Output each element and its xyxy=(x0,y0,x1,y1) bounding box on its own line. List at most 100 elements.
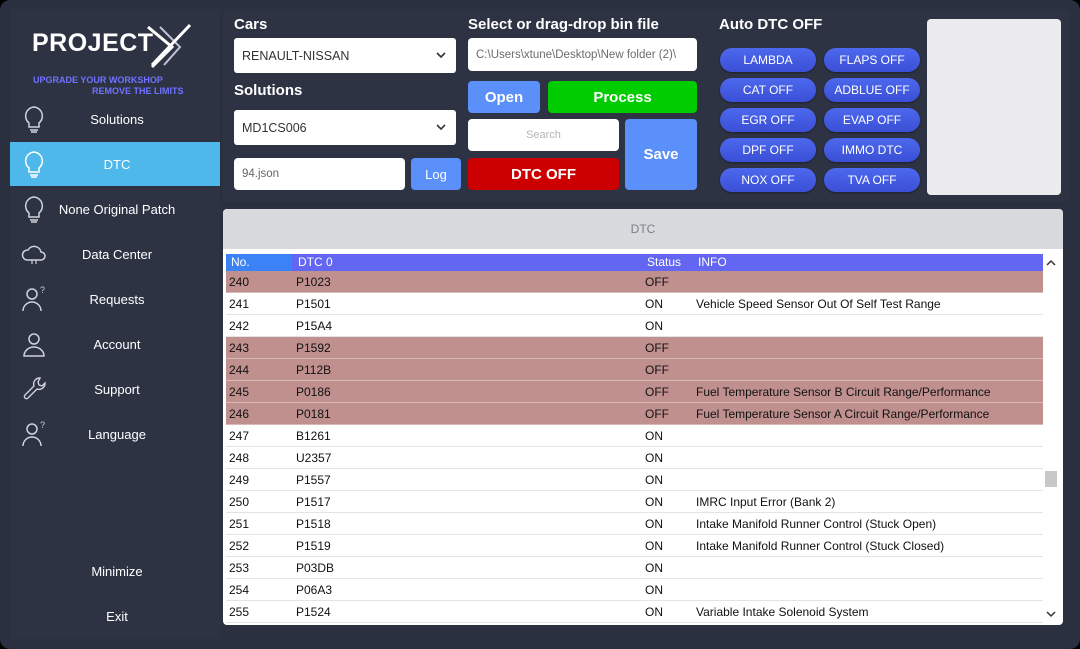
tva-off-button[interactable]: TVA OFF xyxy=(824,168,920,192)
lambda-label: LAMBDA xyxy=(743,53,793,67)
immo-dtc-button[interactable]: IMMO DTC xyxy=(824,138,920,162)
cell-no: 245 xyxy=(229,385,250,399)
cell-no: 241 xyxy=(229,297,250,311)
process-button[interactable]: Process xyxy=(548,81,697,113)
minimize-button[interactable]: Minimize xyxy=(10,549,220,593)
cell-dtc: P1517 xyxy=(296,495,331,509)
immo-dtc-label: IMMO DTC xyxy=(841,143,903,157)
column-info[interactable]: INFO xyxy=(698,255,727,269)
table-row[interactable]: 243 P1592 OFF xyxy=(226,337,1043,359)
sidebar-item-language[interactable]: ? Language xyxy=(10,412,220,456)
panel-title: DTC xyxy=(223,209,1063,249)
evap-off-button[interactable]: EVAP OFF xyxy=(824,108,920,132)
table-body: 240 P1023 OFF 241 P1501 ON Vehicle Speed Senso… xyxy=(226,271,1043,623)
cell-dtc: P1518 xyxy=(296,517,331,531)
vertical-scrollbar[interactable] xyxy=(1043,254,1059,624)
column-status[interactable]: Status xyxy=(647,255,681,269)
table-row[interactable]: 242 P15A4 ON xyxy=(226,315,1043,337)
cell-no: 240 xyxy=(229,275,250,289)
table-row[interactable]: 247 B1261 ON xyxy=(226,425,1043,447)
tagline-2: REMOVE THE LIMITS xyxy=(92,86,184,96)
table-row[interactable]: 253 P03DB ON xyxy=(226,557,1043,579)
open-label: Open xyxy=(484,88,524,106)
table-row[interactable]: 255 P1524 ON Variable Intake Solenoid Syste… xyxy=(226,601,1043,623)
cars-select[interactable]: RENAULT-NISSAN xyxy=(234,38,456,73)
table-row[interactable]: 254 P06A3 ON xyxy=(226,579,1043,601)
egr-off-button[interactable]: EGR OFF xyxy=(720,108,816,132)
cell-no: 249 xyxy=(229,473,250,487)
cell-status: ON xyxy=(645,319,663,333)
control-bar: Cars RENAULT-NISSAN Solutions MD1CS006 9… xyxy=(223,9,1069,202)
cell-dtc: P15A4 xyxy=(296,319,333,333)
cars-select-value: RENAULT-NISSAN xyxy=(242,48,350,63)
dtc-off-label: DTC OFF xyxy=(511,165,576,183)
dtc-off-button[interactable]: DTC OFF xyxy=(468,158,619,190)
column-dtc[interactable]: DTC 0 xyxy=(298,255,333,269)
cell-no: 254 xyxy=(229,583,250,597)
flaps-off-button[interactable]: FLAPS OFF xyxy=(824,48,920,72)
cell-dtc: P03DB xyxy=(296,561,335,575)
table-row[interactable]: 240 P1023 OFF xyxy=(226,271,1043,293)
scroll-down-icon[interactable] xyxy=(1046,611,1056,618)
table-row[interactable]: 251 P1518 ON Intake Manifold Runner Control… xyxy=(226,513,1043,535)
open-button[interactable]: Open xyxy=(468,81,540,113)
solutions-select[interactable]: MD1CS006 xyxy=(234,110,456,145)
svg-text:?: ? xyxy=(40,420,45,430)
cell-dtc: P112B xyxy=(296,363,332,377)
process-label: Process xyxy=(593,88,652,106)
log-label: Log xyxy=(425,166,447,182)
cell-info: Variable Intake Solenoid System xyxy=(696,605,869,619)
cell-status: OFF xyxy=(645,407,669,421)
cat-off-button[interactable]: CAT OFF xyxy=(720,78,816,102)
search-input[interactable]: Search xyxy=(468,119,619,151)
table-row[interactable]: 241 P1501 ON Vehicle Speed Sensor Out Of Se… xyxy=(226,293,1043,315)
table-row[interactable]: 244 P112B OFF xyxy=(226,359,1043,381)
cell-dtc: B1261 xyxy=(296,429,331,443)
save-button[interactable]: Save xyxy=(625,119,697,190)
file-path-field[interactable]: C:\Users\xtune\Desktop\New folder (2)\ xyxy=(468,38,697,71)
cell-no: 242 xyxy=(229,319,250,333)
dtc-panel: DTC No. DTC 0 Status INFO 240 P1023 OFF 241… xyxy=(223,209,1063,625)
cell-status: ON xyxy=(645,583,663,597)
solutions-label: Solutions xyxy=(234,82,303,99)
scrollbar-thumb[interactable] xyxy=(1045,471,1057,487)
adblue-off-button[interactable]: ADBLUE OFF xyxy=(824,78,920,102)
sidebar-item-data-center[interactable]: Data Center xyxy=(10,232,220,276)
cell-status: ON xyxy=(645,297,663,311)
table-row[interactable]: 248 U2357 ON xyxy=(226,447,1043,469)
table-row[interactable]: 252 P1519 ON Intake Manifold Runner Control… xyxy=(226,535,1043,557)
json-file-field[interactable]: 94.json xyxy=(234,158,405,190)
cell-dtc: P1519 xyxy=(296,539,331,553)
dpf-off-button[interactable]: DPF OFF xyxy=(720,138,816,162)
sidebar-item-solutions[interactable]: Solutions xyxy=(10,97,220,141)
chevron-down-icon xyxy=(436,51,446,58)
sidebar-item-account[interactable]: Account xyxy=(10,322,220,366)
cell-dtc: P1592 xyxy=(296,341,331,355)
sidebar-item-none-original-patch[interactable]: None Original Patch xyxy=(10,187,220,231)
cell-status: ON xyxy=(645,539,663,553)
cell-info: Fuel Temperature Sensor A Circuit Range/… xyxy=(696,407,990,421)
column-no[interactable]: No. xyxy=(231,255,250,269)
exit-button[interactable]: Exit xyxy=(10,594,220,638)
cell-dtc: P1524 xyxy=(296,605,331,619)
cell-info: Vehicle Speed Sensor Out Of Self Test Ra… xyxy=(696,297,941,311)
exit-label: Exit xyxy=(106,608,128,624)
table-row[interactable]: 249 P1557 ON xyxy=(226,469,1043,491)
json-file-value: 94.json xyxy=(242,168,280,180)
table-row[interactable]: 250 P1517 ON IMRC Input Error (Bank 2) xyxy=(226,491,1043,513)
sidebar-item-support[interactable]: Support xyxy=(10,367,220,411)
cars-label: Cars xyxy=(234,16,268,33)
scroll-up-icon[interactable] xyxy=(1046,259,1056,266)
table-row[interactable]: 246 P0181 OFF Fuel Temperature Sensor A Cir… xyxy=(226,403,1043,425)
table-row[interactable]: 245 P0186 OFF Fuel Temperature Sensor B Cir… xyxy=(226,381,1043,403)
nox-off-button[interactable]: NOX OFF xyxy=(720,168,816,192)
cell-status: ON xyxy=(645,495,663,509)
minimize-label: Minimize xyxy=(91,563,143,579)
log-button[interactable]: Log xyxy=(411,158,461,190)
cat-off-label: CAT OFF xyxy=(742,83,794,97)
lambda-button[interactable]: LAMBDA xyxy=(720,48,816,72)
sidebar-item-requests[interactable]: ? Requests xyxy=(10,277,220,321)
egr-off-label: EGR OFF xyxy=(741,113,795,127)
sidebar-item-dtc[interactable]: DTC xyxy=(10,142,220,186)
cell-no: 250 xyxy=(229,495,250,509)
